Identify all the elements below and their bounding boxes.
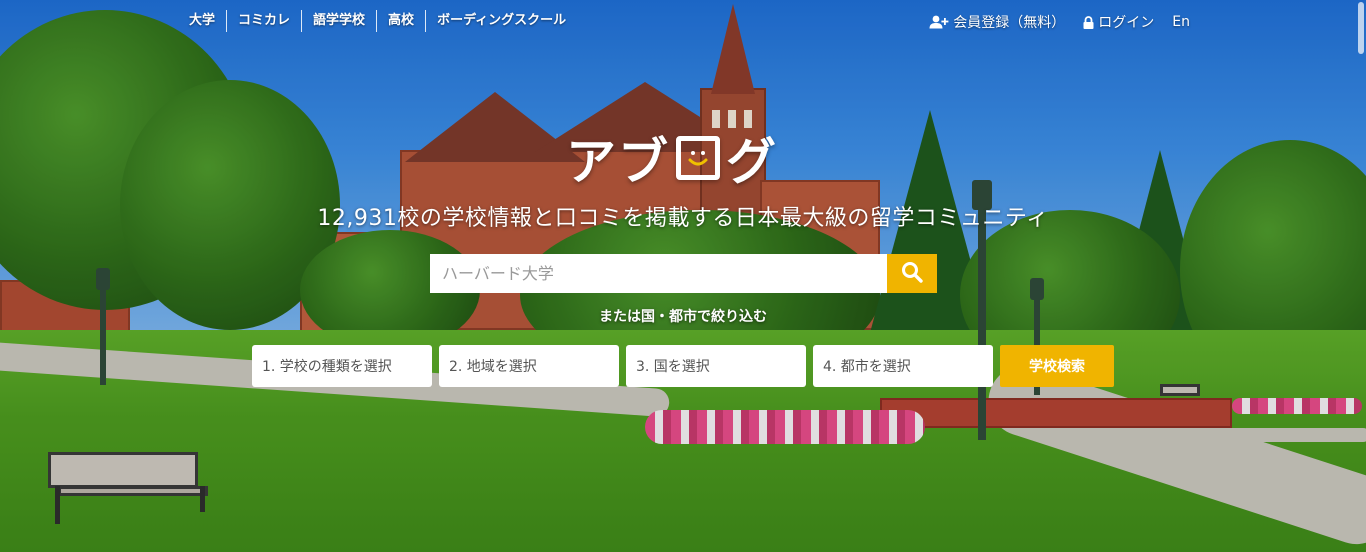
- school-type-select-label: 1. 学校の種類を選択: [262, 359, 392, 375]
- region-select-label: 2. 地域を選択: [449, 359, 537, 375]
- school-search-submit-button[interactable]: 学校検索: [1000, 345, 1114, 387]
- language-switch[interactable]: En: [1172, 14, 1190, 30]
- account-nav: 会員登録（無料） ログイン En: [929, 11, 1190, 33]
- lock-icon: [1083, 15, 1094, 29]
- nav-community-college[interactable]: コミカレ: [226, 10, 301, 32]
- country-select[interactable]: 3. 国を選択: [626, 345, 806, 387]
- logo-text-left: アブ: [566, 133, 670, 191]
- user-plus-icon: [929, 15, 949, 29]
- search-button[interactable]: [887, 254, 937, 293]
- school-search-box: [430, 254, 937, 293]
- scrollbar-thumb[interactable]: [1358, 2, 1364, 54]
- register-link[interactable]: 会員登録（無料）: [929, 12, 1065, 32]
- nav-language-school[interactable]: 語学学校: [301, 10, 376, 32]
- logo-text-right: グ: [726, 133, 778, 191]
- nav-boarding-school[interactable]: ボーディングスクール: [425, 10, 577, 32]
- city-select[interactable]: 4. 都市を選択: [813, 345, 993, 387]
- school-type-select[interactable]: 1. 学校の種類を選択: [252, 345, 432, 387]
- school-filter-bar: 1. 学校の種類を選択 2. 地域を選択 3. 国を選択 4. 都市を選択 学校…: [252, 345, 1114, 387]
- country-select-label: 3. 国を選択: [636, 359, 710, 375]
- site-logo[interactable]: アブ グ: [566, 126, 778, 191]
- login-label: ログイン: [1098, 15, 1155, 31]
- school-search-input[interactable]: [430, 254, 887, 293]
- nav-high-school[interactable]: 高校: [376, 10, 425, 32]
- hero-tagline: 12,931校の学校情報と口コミを掲載する日本最大級の留学コミュニティ: [317, 206, 1049, 231]
- smiley-face-icon: [676, 136, 720, 180]
- school-category-nav: 大学 コミカレ 語学学校 高校 ボーディングスクール: [178, 10, 577, 32]
- city-select-label: 4. 都市を選択: [823, 359, 911, 375]
- region-select[interactable]: 2. 地域を選択: [439, 345, 619, 387]
- filter-label: または国・都市で絞り込む: [599, 309, 767, 325]
- page-scrollbar[interactable]: [1356, 0, 1366, 552]
- nav-university[interactable]: 大学: [178, 10, 226, 32]
- register-label: 会員登録（無料）: [953, 15, 1066, 31]
- login-link[interactable]: ログイン: [1083, 12, 1154, 32]
- search-icon: [901, 261, 923, 286]
